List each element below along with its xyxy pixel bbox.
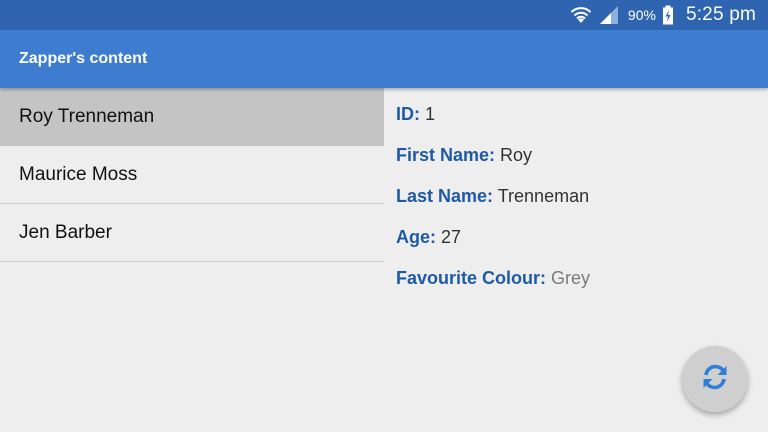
first-name-value: Roy [500,145,533,165]
id-label: ID: [396,104,420,124]
app-bar: Zapper's content [0,30,768,88]
list-item-label: Maurice Moss [19,163,138,185]
last-name-label: Last Name: [396,186,494,206]
list-item-label: Roy Trenneman [19,106,155,127]
status-bar: 90% 5:25 pm [0,0,768,30]
status-indicators: 90% 5:25 pm [570,0,756,30]
refresh-icon [699,361,731,398]
list-item-label: Jen Barber [19,221,112,243]
detail-pane: ID: 1 First Name: Roy Last Name: Trennem… [396,88,756,293]
people-list: Roy Trenneman Maurice Moss Jen Barber [0,88,384,262]
detail-age: Age: 27 [396,211,756,252]
age-value: 27 [441,227,462,247]
battery-percent: 90% [627,7,656,23]
list-item-maurice-moss[interactable]: Maurice Moss [0,146,384,204]
battery-charging-icon [662,5,674,25]
favourite-colour-label: Favourite Colour: [396,268,547,288]
refresh-button[interactable] [682,346,748,412]
detail-first-name: First Name: Roy [396,129,756,170]
detail-id: ID: 1 [396,88,756,129]
id-value: 1 [425,104,436,124]
detail-last-name: Last Name: Trenneman [396,170,756,211]
favourite-colour-value: Grey [551,268,591,288]
list-item-roy-trenneman[interactable]: Roy Trenneman [0,88,384,146]
app-title: Zapper's content [19,50,148,67]
wifi-icon [570,5,592,25]
age-label: Age: [396,227,436,247]
status-clock: 5:25 pm [685,4,756,25]
detail-favourite-colour: Favourite Colour: Grey [396,252,756,293]
list-item-jen-barber[interactable]: Jen Barber [0,204,384,262]
first-name-label: First Name: [396,145,496,165]
signal-icon [598,5,620,25]
last-name-value: Trenneman [497,186,590,206]
